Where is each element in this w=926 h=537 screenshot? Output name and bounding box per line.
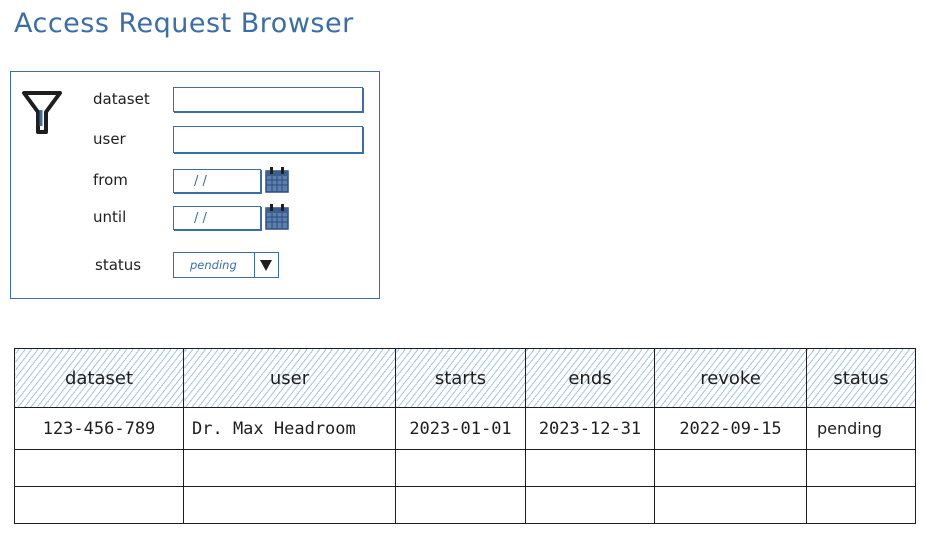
user-label: user	[93, 130, 126, 148]
dataset-label: dataset	[93, 90, 150, 108]
until-date-input[interactable]	[173, 206, 261, 230]
until-label: until	[93, 208, 127, 226]
table-row[interactable]	[14, 449, 916, 487]
dataset-input[interactable]	[173, 87, 363, 112]
cell-ends	[525, 486, 655, 524]
cell-revoke	[654, 449, 807, 487]
cell-user: Dr. Max Headroom	[183, 407, 396, 450]
from-label: from	[93, 171, 128, 189]
column-header-revoke[interactable]: revoke	[654, 348, 807, 408]
cell-status	[806, 449, 916, 487]
calendar-icon[interactable]	[264, 203, 290, 231]
user-input[interactable]	[173, 126, 363, 153]
cell-starts	[395, 449, 526, 487]
chevron-down-icon	[260, 260, 272, 271]
cell-ends: 2023-12-31	[525, 407, 655, 450]
cell-dataset: 123-456-789	[14, 407, 184, 450]
cell-starts	[395, 486, 526, 524]
column-header-status[interactable]: status	[806, 348, 916, 408]
status-select-value: pending	[190, 258, 237, 272]
page-title: Access Request Browser	[14, 8, 354, 39]
column-header-starts[interactable]: starts	[395, 348, 526, 408]
column-header-dataset[interactable]: dataset	[14, 348, 184, 408]
results-table-container: dataset user starts ends revoke status 1…	[14, 348, 916, 526]
status-dropdown-button[interactable]	[254, 253, 278, 277]
column-header-user[interactable]: user	[183, 348, 396, 408]
cell-revoke: 2022-09-15	[654, 407, 807, 450]
cell-user	[183, 449, 396, 487]
cell-user	[183, 486, 396, 524]
table-header-row: dataset user starts ends revoke status	[14, 348, 916, 408]
cell-dataset	[14, 486, 184, 524]
cell-status	[806, 486, 916, 524]
status-label: status	[95, 256, 142, 274]
cell-ends	[525, 449, 655, 487]
calendar-icon[interactable]	[264, 166, 290, 194]
status-select[interactable]: pending	[173, 252, 279, 278]
cell-starts: 2023-01-01	[395, 407, 526, 450]
from-date-input[interactable]	[173, 169, 261, 193]
results-table: dataset user starts ends revoke status 1…	[14, 348, 916, 524]
column-header-ends[interactable]: ends	[525, 348, 655, 408]
table-row[interactable]	[14, 486, 916, 524]
table-row[interactable]: 123-456-789 Dr. Max Headroom 2023-01-01 …	[14, 407, 916, 450]
cell-revoke	[654, 486, 807, 524]
cell-dataset	[14, 449, 184, 487]
cell-status: pending	[806, 407, 916, 450]
funnel-icon	[22, 91, 62, 134]
